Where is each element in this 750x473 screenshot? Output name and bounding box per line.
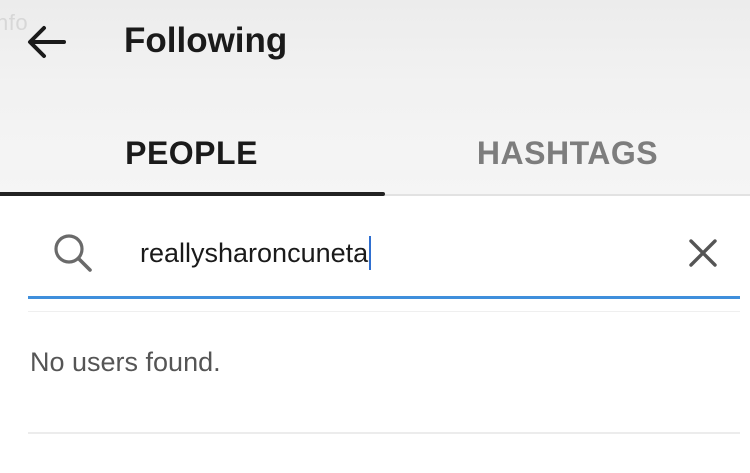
- divider: [28, 311, 740, 312]
- clear-search-button[interactable]: [680, 230, 726, 276]
- search-bar: reallysharoncuneta: [28, 212, 740, 298]
- close-icon: [689, 239, 717, 267]
- search-input-value: reallysharoncuneta: [140, 237, 369, 268]
- tab-hashtags[interactable]: HASHTAGS: [385, 110, 750, 196]
- arrow-left-icon: [28, 26, 66, 58]
- page-title: Following: [124, 21, 288, 60]
- search-icon: [54, 234, 92, 272]
- empty-state-message: No users found.: [30, 347, 221, 377]
- following-screen: nfo Following PEOPLE HASHTAGS reallyshar…: [0, 0, 750, 473]
- tab-bar: PEOPLE HASHTAGS: [0, 110, 750, 196]
- app-bar: nfo Following PEOPLE HASHTAGS: [0, 0, 750, 196]
- back-button[interactable]: [22, 22, 70, 62]
- search-input[interactable]: reallysharoncuneta: [140, 230, 372, 276]
- text-cursor: [369, 236, 372, 270]
- divider: [28, 432, 740, 434]
- tab-people[interactable]: PEOPLE: [0, 110, 383, 196]
- search-input-underline: [28, 296, 740, 299]
- tab-selected-indicator: [0, 192, 385, 196]
